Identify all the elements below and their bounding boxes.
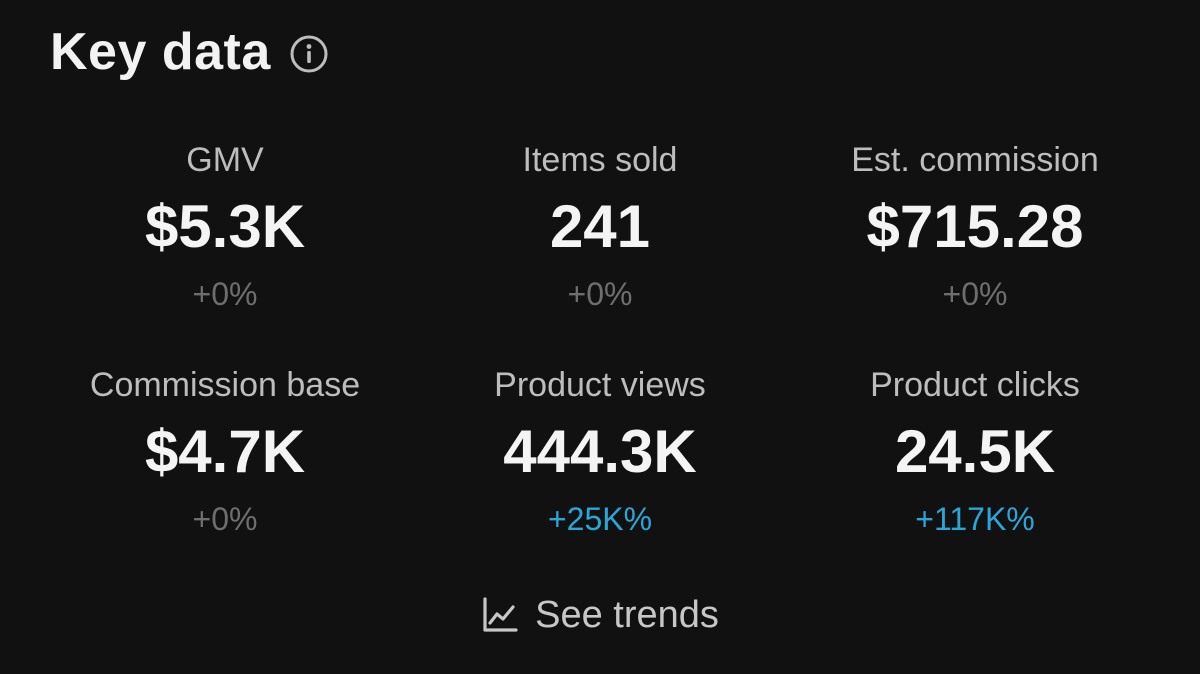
metric-label: GMV xyxy=(186,141,264,179)
metric-change: +25K% xyxy=(547,501,653,537)
trends-row: See trends xyxy=(0,588,1200,642)
see-trends-label: See trends xyxy=(535,593,719,636)
info-icon[interactable] xyxy=(289,34,329,74)
metric-gmv[interactable]: GMV $5.3K +0% xyxy=(0,138,450,363)
metric-product-views[interactable]: Product views 444.3K +25K% xyxy=(450,363,750,588)
page-title: Key data xyxy=(50,23,271,81)
metric-change: +0% xyxy=(942,276,1008,312)
metric-label: Product clicks xyxy=(870,366,1080,404)
metric-value: 24.5K xyxy=(894,418,1056,485)
see-trends-button[interactable]: See trends xyxy=(481,594,719,637)
metric-value: $715.28 xyxy=(866,193,1084,260)
metric-items-sold[interactable]: Items sold 241 +0% xyxy=(450,138,750,363)
metric-label: Items sold xyxy=(522,141,678,179)
metric-change: +0% xyxy=(192,276,258,312)
metric-est-commission[interactable]: Est. commission $715.28 +0% xyxy=(750,138,1200,363)
metric-value: 444.3K xyxy=(503,418,697,485)
metric-change: +0% xyxy=(567,276,633,312)
metric-label: Product views xyxy=(494,366,706,404)
metric-label: Commission base xyxy=(89,366,361,404)
metric-product-clicks[interactable]: Product clicks 24.5K +117K% xyxy=(750,363,1200,588)
metric-value: 241 xyxy=(549,193,651,260)
metrics-grid: GMV $5.3K +0% Items sold 241 +0% Est. co… xyxy=(0,138,1200,588)
metric-change: +117K% xyxy=(915,501,1035,537)
metric-commission-base[interactable]: Commission base $4.7K +0% xyxy=(0,363,450,588)
line-chart-icon xyxy=(481,596,519,634)
metric-label: Est. commission xyxy=(851,141,1099,179)
metric-change: +0% xyxy=(192,501,258,537)
metric-value: $4.7K xyxy=(144,418,306,485)
key-data-header: Key data xyxy=(50,22,329,82)
metric-value: $5.3K xyxy=(144,193,306,260)
